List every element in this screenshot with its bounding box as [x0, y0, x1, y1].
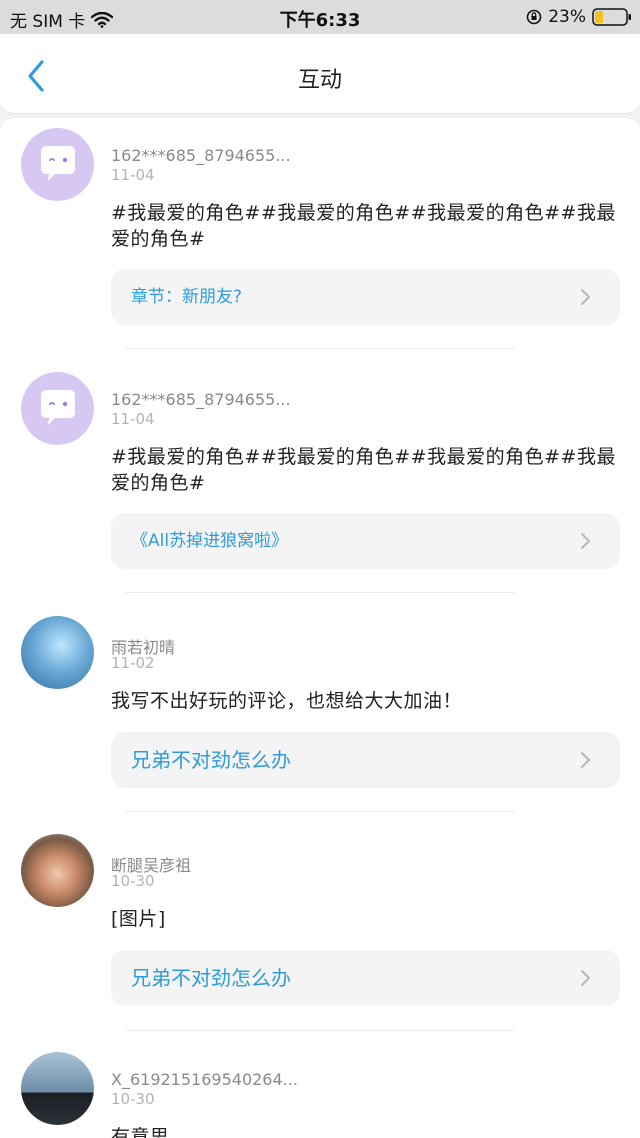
divider	[125, 811, 515, 812]
status-bar: 无 SIM 卡 下午6:33 23%	[0, 0, 640, 34]
divider	[125, 592, 515, 593]
divider	[125, 348, 515, 349]
date: 11-02	[111, 654, 155, 672]
source-link-card[interactable]: 《All苏掉进狼窝啦》	[111, 513, 620, 569]
avatar[interactable]	[21, 1052, 94, 1125]
list-item: X_619215169540264... 10-30 有意思	[0, 1042, 640, 1138]
default-avatar-icon	[41, 146, 75, 181]
page-title: 互动	[297, 68, 342, 93]
list-item: 断腿吴彦祖 10-30 [图片] 兄弟不对劲怎么办	[0, 824, 640, 1042]
avatar[interactable]	[21, 128, 94, 201]
default-avatar-icon	[41, 390, 75, 425]
list-item: 162***685_8794655... 11-04 #我最爱的角色##我最爱的…	[0, 118, 640, 362]
list-item: 雨若初晴 11-02 我写不出好玩的评论，也想给大大加油！ 兄弟不对劲怎么办	[0, 606, 640, 824]
interaction-list: 162***685_8794655... 11-04 #我最爱的角色##我最爱的…	[0, 118, 640, 1138]
chevron-right-icon	[581, 752, 590, 768]
list-item: 162***685_8794655... 11-04 #我最爱的角色##我最爱的…	[0, 362, 640, 606]
divider	[125, 1030, 515, 1031]
source-link-card[interactable]: 章节：新朋友?	[111, 269, 620, 325]
battery-icon	[592, 8, 632, 26]
source-link-text: 《All苏掉进狼窝啦》	[131, 531, 289, 551]
date: 10-30	[111, 1090, 155, 1108]
source-link-card[interactable]: 兄弟不对劲怎么办	[111, 732, 620, 788]
comment-text: #我最爱的角色##我最爱的角色##我最爱的角色##我最爱的角色#	[111, 202, 616, 250]
username[interactable]: 162***685_8794655...	[111, 146, 291, 165]
source-link-text: 兄弟不对劲怎么办	[131, 748, 291, 772]
source-link-card[interactable]: 兄弟不对劲怎么办	[111, 950, 620, 1006]
battery-percent: 23%	[548, 7, 586, 27]
comment-text: [图片]	[111, 908, 166, 930]
source-link-text: 章节：新朋友?	[131, 287, 243, 307]
source-link-text: 兄弟不对劲怎么办	[131, 966, 291, 990]
comment-text: #我最爱的角色##我最爱的角色##我最爱的角色##我最爱的角色#	[111, 446, 616, 494]
date: 11-04	[111, 410, 155, 428]
comment-text: 有意思	[111, 1126, 170, 1138]
chevron-right-icon	[581, 533, 590, 549]
orientation-lock-icon	[526, 9, 542, 25]
nav-bar: 互动	[0, 34, 640, 114]
username[interactable]: 162***685_8794655...	[111, 390, 291, 409]
avatar[interactable]	[21, 616, 94, 689]
username[interactable]: X_619215169540264...	[111, 1070, 298, 1089]
chevron-right-icon	[581, 970, 590, 986]
date: 11-04	[111, 166, 155, 184]
chevron-right-icon	[581, 289, 590, 305]
avatar[interactable]	[21, 372, 94, 445]
avatar[interactable]	[21, 834, 94, 907]
comment-text: 我写不出好玩的评论，也想给大大加油！	[111, 690, 463, 712]
date: 10-30	[111, 872, 155, 890]
